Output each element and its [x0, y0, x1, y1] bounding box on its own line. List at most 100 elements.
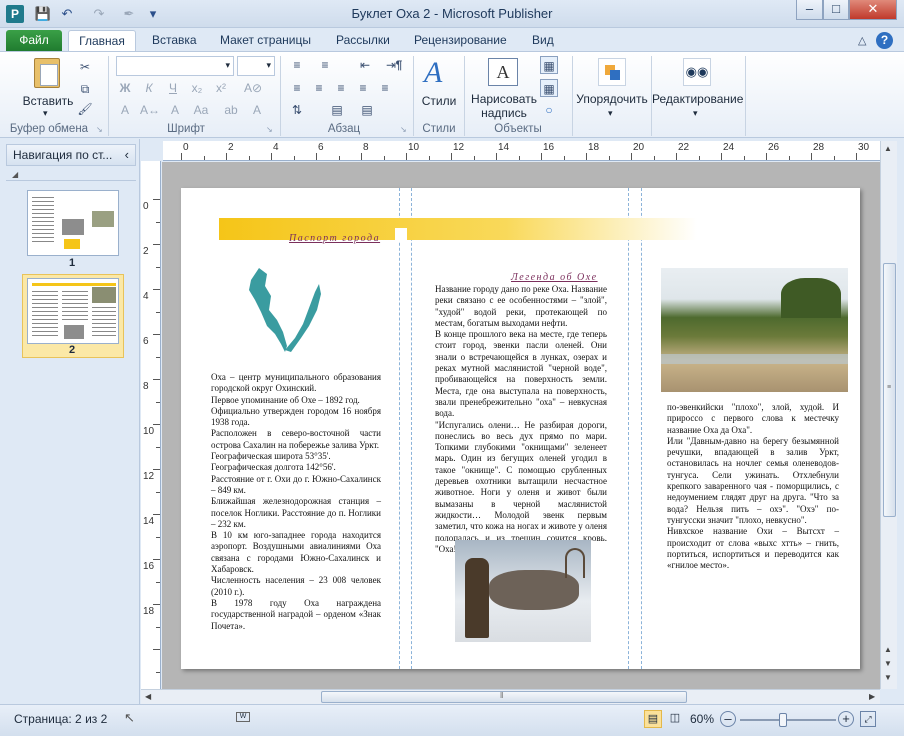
zoom-in-button[interactable]: +: [838, 711, 854, 727]
expand-section-icon[interactable]: ◢: [12, 170, 18, 179]
landscape-photo[interactable]: [661, 268, 848, 392]
page-indicator[interactable]: Страница: 2 из 2: [14, 712, 107, 726]
tab-mailings[interactable]: Рассылки: [326, 30, 400, 52]
format-painter-icon[interactable]: 🖌: [76, 100, 94, 118]
numbering-icon[interactable]: ≡: [316, 56, 334, 74]
zoom-slider-track[interactable]: [740, 713, 836, 727]
close-button[interactable]: ✕: [849, 0, 897, 20]
styles-button[interactable]: A Стили: [416, 56, 462, 120]
two-page-view-icon[interactable]: ◫: [666, 710, 684, 728]
editing-label: Редактирование: [652, 92, 744, 106]
scroll-right-icon[interactable]: ▶: [869, 692, 875, 701]
draw-textbox-button[interactable]: A Нарисовать надпись: [468, 56, 540, 120]
align-right-icon[interactable]: ≡: [332, 79, 350, 97]
scroll-thumb[interactable]: ≡: [883, 263, 896, 517]
ruler-corner: [141, 141, 163, 161]
maximize-button[interactable]: □: [823, 0, 849, 20]
zoom-level[interactable]: 60%: [690, 712, 714, 726]
next-page-icon[interactable]: ▼: [884, 673, 892, 682]
zoom-slider-thumb[interactable]: [779, 713, 788, 727]
collapse-ribbon-icon[interactable]: △: [858, 34, 866, 47]
island-map-image[interactable]: [245, 264, 335, 356]
font-color-icon[interactable]: A: [116, 101, 134, 119]
dialog-launcher-icon[interactable]: ↘: [266, 125, 273, 134]
line-spacing-icon[interactable]: ⇅: [288, 101, 306, 119]
table-icon[interactable]: ▦: [540, 79, 558, 97]
cut-icon[interactable]: ✂: [76, 58, 94, 76]
horizontal-scrollbar[interactable]: ◀ ‖ ▶: [141, 689, 880, 704]
legend-text[interactable]: Название городу дано по реке Оха. Назван…: [435, 284, 607, 555]
copy-icon[interactable]: ⧉: [76, 80, 94, 98]
legend-heading[interactable]: Легенда об Охе: [511, 272, 598, 283]
highlight-icon[interactable]: ab: [222, 101, 240, 119]
minimize-button[interactable]: –: [796, 0, 823, 20]
single-page-view-icon[interactable]: ▤: [644, 710, 662, 728]
shapes-icon[interactable]: ○: [540, 101, 558, 119]
ruler-tick: [856, 153, 857, 160]
ruler-tick: [153, 334, 160, 335]
passport-text[interactable]: Оха – центр муниципального образования г…: [211, 372, 381, 632]
passport-heading[interactable]: Паспорт города: [289, 233, 380, 244]
decrease-indent-icon[interactable]: ⇤: [356, 56, 374, 74]
grow-font-icon[interactable]: Aa: [192, 101, 210, 119]
distribute-icon[interactable]: ≡: [376, 79, 394, 97]
text-color-icon[interactable]: A: [248, 101, 266, 119]
align-center-icon[interactable]: ≡: [310, 79, 328, 97]
editing-button[interactable]: ◉◉ Редактирование ▾: [652, 56, 744, 120]
superscript-icon[interactable]: x²: [212, 79, 230, 97]
ruler-label: 2: [143, 246, 149, 257]
pilcrow-icon[interactable]: ¶: [390, 56, 408, 74]
ruler-label: 14: [498, 142, 510, 153]
change-case-icon[interactable]: A: [166, 101, 184, 119]
italic-icon[interactable]: К: [140, 79, 158, 97]
justify-icon[interactable]: ≡: [354, 79, 372, 97]
dialog-launcher-icon[interactable]: ↘: [400, 125, 407, 134]
underline-icon[interactable]: Ч: [164, 79, 182, 97]
vertical-scrollbar[interactable]: ▲ ≡ ▲ ▼ ▼: [880, 141, 897, 689]
picture-icon[interactable]: ▦: [540, 56, 558, 74]
scroll-left-icon[interactable]: ◀: [145, 692, 151, 701]
subscript-icon[interactable]: x₂: [188, 79, 206, 97]
tab-page-layout[interactable]: Макет страницы: [210, 30, 321, 52]
ruler-label: 22: [678, 142, 690, 153]
vertical-ruler[interactable]: 0 2 4 6 8 10 12 14 16 18: [141, 161, 161, 689]
ruler-label: 16: [543, 142, 555, 153]
horizontal-ruler[interactable]: 0 2 4 6 8 10 12 14 16 18 20 22 24 26 28 30: [163, 141, 881, 161]
scroll-up-icon[interactable]: ▲: [884, 144, 892, 153]
paragraph-spacing-icon[interactable]: ▤: [358, 101, 376, 119]
publication-page[interactable]: Паспорт города Оха – центр муниципальног…: [181, 188, 860, 669]
clear-format-icon[interactable]: A⊘: [244, 79, 262, 97]
font-name-dropdown[interactable]: ▾: [116, 56, 234, 76]
page-thumbnail-2[interactable]: [27, 278, 119, 344]
tab-view[interactable]: Вид: [522, 30, 564, 52]
dialog-launcher-icon[interactable]: ↘: [96, 125, 103, 134]
fit-page-icon[interactable]: ⤢: [860, 711, 876, 727]
reindeer-photo[interactable]: [455, 540, 591, 642]
tab-insert[interactable]: Вставка: [142, 30, 207, 52]
legend-text-continued[interactable]: по-эвенкийски "плохо", злой, худой. И пр…: [667, 402, 839, 571]
cursor-position-icon: ↖: [124, 710, 135, 725]
align-left-icon[interactable]: ≡: [288, 79, 306, 97]
bold-icon[interactable]: Ж: [116, 79, 134, 97]
scroll-down-icon[interactable]: ▼: [884, 659, 892, 668]
scroll-thumb-horizontal[interactable]: ‖: [321, 691, 687, 703]
character-spacing-icon[interactable]: A↔: [140, 101, 160, 119]
bullets-icon[interactable]: ≡: [288, 56, 306, 74]
tab-review[interactable]: Рецензирование: [404, 30, 517, 52]
page-thumbnail-1[interactable]: [27, 190, 119, 256]
group-styles-label: Стили: [422, 123, 456, 135]
collapse-pane-icon[interactable]: ‹: [125, 145, 129, 165]
arrange-button[interactable]: Упорядочить ▾: [574, 56, 650, 120]
tab-file[interactable]: Файл: [6, 30, 62, 52]
ruler-tick: [203, 156, 205, 160]
previous-page-icon[interactable]: ▲: [884, 645, 892, 654]
column-guide: [399, 188, 400, 669]
zoom-out-button[interactable]: –: [720, 711, 736, 727]
columns-icon[interactable]: ▤: [328, 101, 346, 119]
help-icon[interactable]: ?: [876, 32, 893, 49]
paste-button[interactable]: Вставить ▾: [20, 56, 76, 120]
font-size-dropdown[interactable]: ▾: [237, 56, 275, 76]
tab-home[interactable]: Главная: [68, 30, 136, 52]
ruler-tick: [698, 156, 700, 160]
ruler-tick: [153, 604, 160, 605]
